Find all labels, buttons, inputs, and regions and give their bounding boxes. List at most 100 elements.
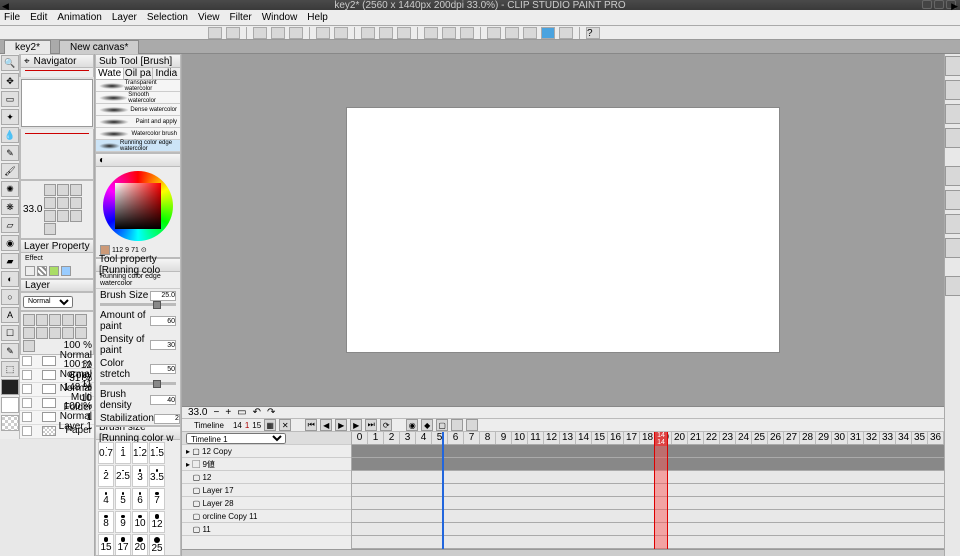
brush-size-cell[interactable]: 8 [98, 511, 114, 533]
tool-correct[interactable]: ⬚ [1, 361, 19, 377]
tool-eyedropper[interactable]: 💧 [1, 127, 19, 143]
brush-size-cell[interactable]: 2.5 [115, 465, 131, 487]
timeline-track[interactable] [352, 445, 944, 458]
effect-border[interactable] [25, 266, 35, 276]
toolbar-assist[interactable] [541, 27, 555, 39]
opt-2[interactable] [57, 184, 69, 196]
scroll-left-icon[interactable]: ◀ [2, 1, 9, 12]
opt-3[interactable] [70, 184, 82, 196]
tool-deco[interactable]: ❋ [1, 199, 19, 215]
tl-play[interactable]: ▶ [335, 419, 347, 431]
opt-7[interactable] [44, 210, 56, 222]
brush-item[interactable]: Running color edge watercolor [96, 140, 180, 152]
tool-text[interactable]: A [1, 307, 19, 323]
menu-view[interactable]: View [198, 12, 220, 23]
doc-tab[interactable]: key2* [4, 40, 51, 54]
toolbar-eye[interactable] [226, 27, 240, 39]
layer-new[interactable] [23, 314, 35, 326]
menu-window[interactable]: Window [262, 12, 298, 23]
tl-next[interactable]: ▶ [350, 419, 362, 431]
timeline-track[interactable] [352, 458, 944, 471]
toolbar-new[interactable] [253, 27, 267, 39]
tl-last[interactable]: ⏭ [365, 419, 377, 431]
layer-mask[interactable] [49, 314, 61, 326]
tl-key[interactable]: ◆ [421, 419, 433, 431]
opt-10[interactable] [44, 223, 56, 235]
brush-item[interactable]: Transparent watercolor [96, 80, 180, 92]
layer-clip[interactable] [36, 327, 48, 339]
toolbar-paste[interactable] [397, 27, 411, 39]
timeline-hscroll[interactable] [182, 549, 944, 556]
navigator-thumbnail[interactable] [21, 79, 93, 127]
dock-material1[interactable] [945, 80, 960, 100]
tool-magnify[interactable]: 🔍 [1, 55, 19, 71]
brush-size-cell[interactable]: 0.7 [98, 442, 114, 464]
opt-1[interactable] [44, 184, 56, 196]
subtool-tab-water[interactable]: Wate [96, 68, 124, 79]
effect-layercolor[interactable] [49, 266, 59, 276]
timeline-track[interactable] [352, 536, 944, 549]
tl-cel[interactable]: ▢ [436, 419, 448, 431]
tl-onion[interactable]: ◉ [406, 419, 418, 431]
dock-quickaccess[interactable] [945, 56, 960, 76]
transparent-swatch[interactable] [1, 415, 19, 431]
brush-size-input[interactable] [150, 291, 176, 301]
timeline-track-label[interactable]: ▢ Layer 17 [182, 484, 351, 497]
layer-ref[interactable] [49, 327, 61, 339]
brush-size-cell[interactable]: 6 [132, 488, 148, 510]
color-picker-icon[interactable]: ⊙ [141, 246, 147, 254]
layer-merge[interactable] [23, 327, 35, 339]
subtool-tab-india[interactable]: India [153, 68, 180, 79]
brush-size-cell[interactable]: 1.5 [149, 442, 165, 464]
rotate-left-icon[interactable]: ↶ [253, 407, 261, 418]
opt-8[interactable] [57, 210, 69, 222]
toolbar-snap1[interactable] [487, 27, 501, 39]
timeline-track[interactable] [352, 497, 944, 510]
tool-brush[interactable]: 🖌 [1, 163, 19, 179]
menu-edit[interactable]: Edit [30, 12, 47, 23]
timeline-track-label[interactable]: ▸ ▢ 12 Copy [182, 445, 351, 458]
new-canvas-hint[interactable]: New canvas* [59, 40, 139, 54]
brush-size-cell[interactable]: 3 [132, 465, 148, 487]
menu-help[interactable]: Help [307, 12, 328, 23]
tool-fill[interactable]: ▰ [1, 253, 19, 269]
density-paint-input[interactable] [150, 340, 176, 350]
opt-5[interactable] [57, 197, 69, 209]
tool-wand[interactable]: ✦ [1, 109, 19, 125]
toolbar-flip[interactable] [424, 27, 438, 39]
opt-9[interactable] [70, 210, 82, 222]
effect-tone[interactable] [37, 266, 47, 276]
brush-size-cell[interactable]: 1 [115, 442, 131, 464]
menu-file[interactable]: File [4, 12, 20, 23]
timeline-track[interactable] [352, 523, 944, 536]
brush-size-cell[interactable]: 10 [132, 511, 148, 533]
toolbar-undo[interactable] [316, 27, 330, 39]
tool-pen[interactable]: ✎ [1, 145, 19, 161]
stabilization-input[interactable] [154, 414, 180, 424]
tl-del[interactable]: ✕ [279, 419, 291, 431]
timeline-track[interactable] [352, 484, 944, 497]
tl-prev[interactable]: ◀ [320, 419, 332, 431]
dock-history[interactable] [945, 214, 960, 234]
menu-selection[interactable]: Selection [147, 12, 188, 23]
tool-eraser[interactable]: ▱ [1, 217, 19, 233]
layer-lock2[interactable] [75, 327, 87, 339]
color-wheel[interactable] [103, 171, 173, 241]
blend-mode-select[interactable]: Normal [23, 296, 73, 308]
toolbar-snap2[interactable] [505, 27, 519, 39]
effect-extract[interactable] [61, 266, 71, 276]
tl-opt2[interactable] [466, 419, 478, 431]
zoom-fit-icon[interactable]: ▭ [237, 407, 246, 418]
tool-balloon[interactable]: ☐ [1, 325, 19, 341]
layer-visibility-toggle[interactable] [22, 398, 32, 408]
layer-lock[interactable] [62, 314, 74, 326]
timeline-start-marker[interactable] [442, 432, 444, 549]
timeline-grid[interactable]: 0123456789101112131415161718192021222324… [352, 432, 944, 549]
timeline-playhead[interactable]: 14 14 [654, 432, 668, 549]
dock-material2[interactable] [945, 104, 960, 124]
brush-size-cell[interactable]: 9 [115, 511, 131, 533]
color-stretch-input[interactable] [150, 364, 176, 374]
tool-gradient[interactable]: ◐ [1, 271, 19, 287]
tool-blend[interactable]: ◉ [1, 235, 19, 251]
zoom-in-icon[interactable]: + [225, 407, 231, 418]
